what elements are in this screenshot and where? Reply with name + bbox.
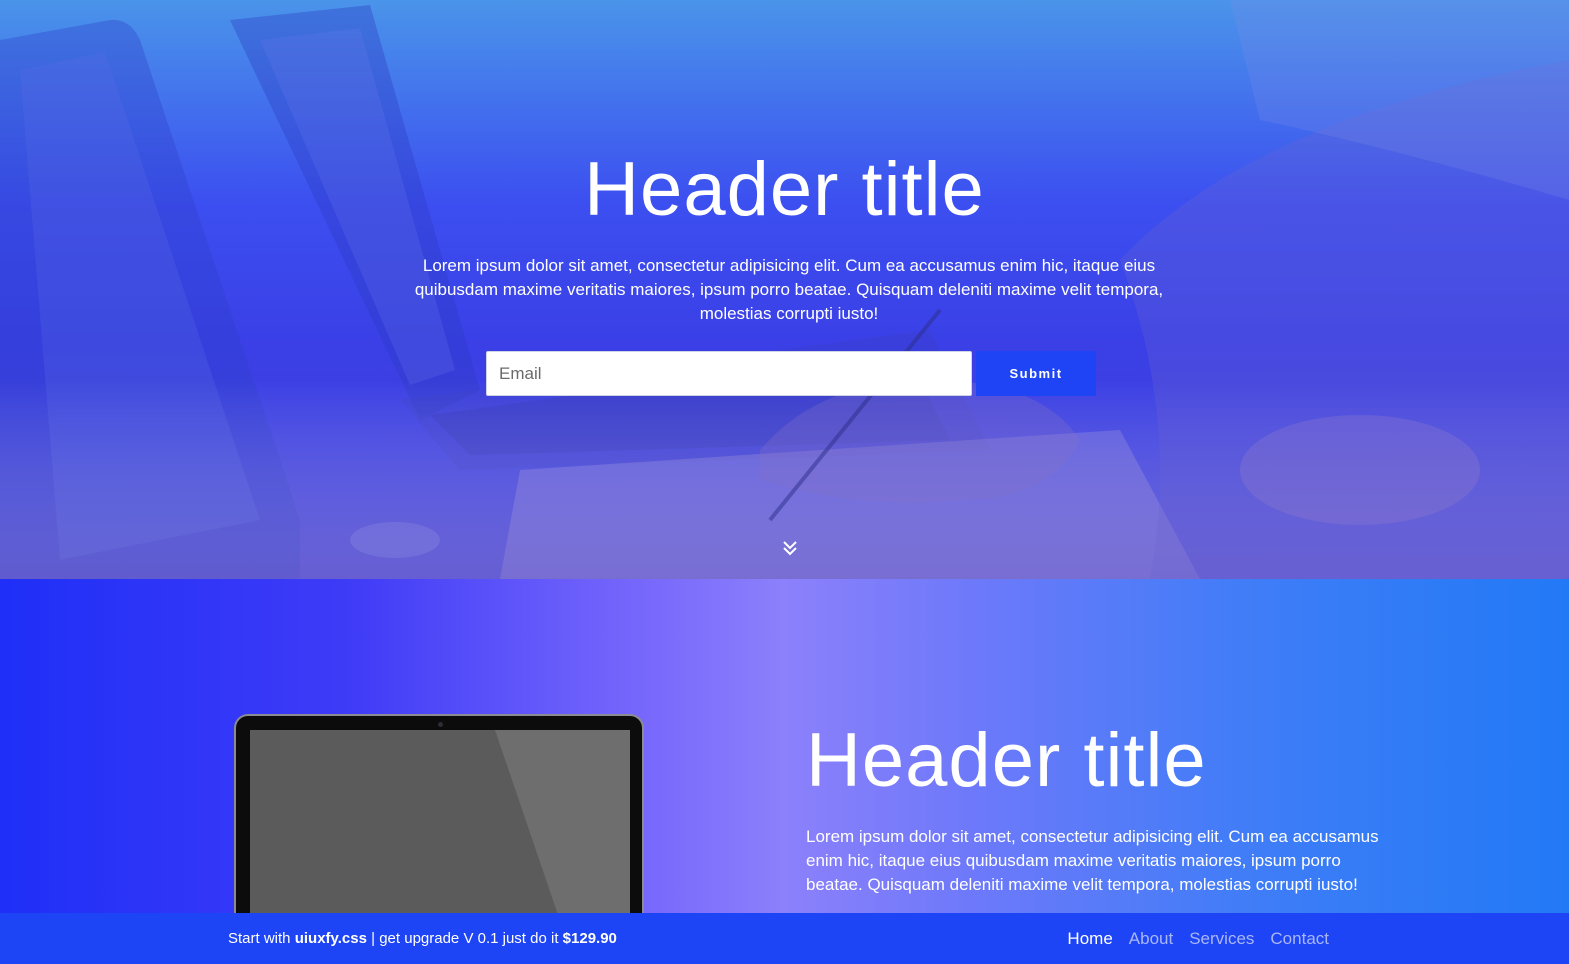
email-input[interactable] xyxy=(486,351,972,396)
nav-link-home[interactable]: Home xyxy=(1067,929,1112,949)
submit-button[interactable]: Submit xyxy=(976,351,1096,396)
promo-brand: uiuxfy.css xyxy=(294,930,367,947)
hero-section: Header title Lorem ipsum dolor sit amet,… xyxy=(0,0,1569,579)
bottom-bar: Start with uiuxfy.css | get upgrade V 0.… xyxy=(0,913,1569,964)
promo-prefix: Start with xyxy=(228,930,291,947)
hero-title: Header title xyxy=(584,147,985,232)
laptop-camera xyxy=(438,722,443,727)
feature-title: Header title xyxy=(806,718,1207,803)
feature-section: Header title Lorem ipsum dolor sit amet,… xyxy=(0,579,1569,964)
promo-middle: | get upgrade V 0.1 just do it xyxy=(371,930,559,947)
double-chevron-down-icon[interactable] xyxy=(780,538,800,558)
nav-link-about[interactable]: About xyxy=(1129,929,1173,949)
promo-text: Start with uiuxfy.css | get upgrade V 0.… xyxy=(228,913,617,964)
promo-price: $129.90 xyxy=(562,930,617,947)
email-signup-form: Submit xyxy=(486,351,1096,396)
feature-description: Lorem ipsum dolor sit amet, consectetur … xyxy=(806,827,1379,894)
nav-link-services[interactable]: Services xyxy=(1189,929,1254,949)
laptop-mockup xyxy=(234,714,644,950)
footer-nav: Home About Services Contact xyxy=(1067,913,1329,964)
nav-link-contact[interactable]: Contact xyxy=(1270,929,1329,949)
hero-description: Lorem ipsum dolor sit amet, consectetur … xyxy=(414,256,1164,323)
